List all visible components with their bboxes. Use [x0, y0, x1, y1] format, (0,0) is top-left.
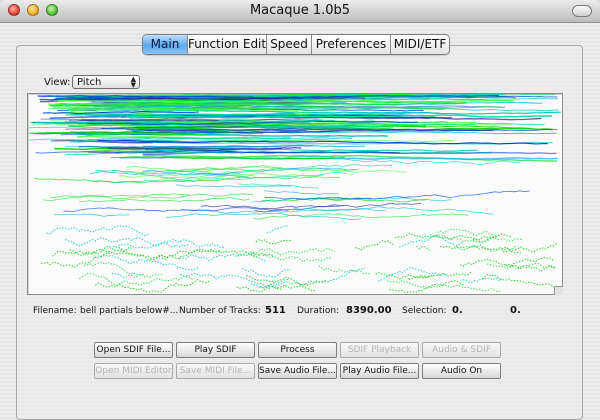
resize-grip-icon[interactable]	[554, 286, 563, 295]
process-button[interactable]: Process	[258, 342, 337, 358]
filename-value: bell partials below#...	[80, 306, 179, 316]
pitch-track	[386, 280, 502, 293]
tracks-label: Number of Tracks:	[179, 306, 261, 316]
pitch-track	[34, 176, 250, 184]
view-select[interactable]: Pitch ▲ ▼	[72, 75, 140, 89]
pitch-track	[112, 238, 225, 249]
pitch-track	[459, 258, 557, 272]
pitch-track	[377, 266, 448, 282]
pitch-track	[266, 225, 288, 234]
view-select-value: Pitch	[77, 77, 102, 88]
selection-label: Selection:	[402, 306, 447, 316]
pitch-track	[63, 207, 289, 212]
pitch-track	[264, 190, 530, 200]
pitch-track	[180, 272, 289, 288]
pitch-track	[41, 250, 111, 269]
duration-label: Duration:	[297, 306, 340, 316]
pitch-plot[interactable]	[27, 93, 563, 295]
pitch-track	[505, 256, 554, 267]
play-sdif-button[interactable]: Play SDIF	[176, 342, 255, 358]
audio-and-sdif-button[interactable]: Audio & SDIF	[422, 342, 501, 358]
pitch-track	[416, 245, 432, 252]
pitch-track	[126, 165, 407, 173]
pitch-track	[250, 247, 335, 256]
pitch-track	[69, 245, 133, 257]
filename-label: Filename:	[33, 306, 77, 316]
pitch-track	[293, 206, 494, 215]
pitch-track	[502, 249, 522, 254]
selection-start: 0.	[452, 305, 463, 316]
selection-end: 0.	[510, 305, 521, 316]
tab-speed[interactable]: Speed	[267, 35, 312, 54]
window-content: Main Function Editor Speed Preferences M…	[0, 23, 600, 420]
pitch-track	[439, 242, 558, 253]
pitch-track	[46, 225, 149, 237]
tab-preferences[interactable]: Preferences	[312, 35, 391, 54]
pitch-track	[408, 271, 472, 280]
pitch-tracks-canvas	[28, 94, 561, 293]
tab-function-editor[interactable]: Function Editor	[188, 35, 278, 54]
open-sdif-file-button[interactable]: Open SDIF File...	[94, 342, 173, 358]
pitch-track	[94, 255, 200, 271]
updown-arrows-icon: ▲ ▼	[130, 75, 136, 89]
tab-bar: Main Function Editor Speed Preferences M…	[142, 34, 450, 55]
tab-midi-etf[interactable]: MIDI/ETF	[391, 35, 449, 54]
app-window: Macaque 1.0b5 Main Function Editor Speed…	[0, 0, 600, 420]
title-bar[interactable]: Macaque 1.0b5	[0, 0, 600, 23]
pitch-track	[54, 213, 130, 217]
pitch-track	[179, 252, 267, 262]
duration-value: 8390.00	[346, 305, 392, 316]
audio-on-button[interactable]: Audio On	[422, 363, 501, 379]
pitch-track	[50, 194, 191, 200]
save-audio-file-button[interactable]: Save Audio File...	[258, 363, 337, 379]
save-midi-file-button[interactable]: Save MIDI File...	[176, 363, 255, 379]
pitch-track	[255, 239, 293, 245]
sdif-playback-button[interactable]: SDIF Playback	[340, 342, 419, 358]
open-midi-editor-button[interactable]: Open MIDI Editor	[94, 363, 173, 379]
pitch-track	[355, 240, 395, 251]
play-audio-file-button[interactable]: Play Audio File...	[340, 363, 419, 379]
pitch-track	[263, 190, 340, 195]
pitch-track	[118, 246, 221, 261]
pitch-track	[481, 273, 558, 288]
view-label: View:	[44, 77, 71, 88]
tracks-value: 511	[265, 305, 286, 316]
tab-main[interactable]: Main	[143, 35, 188, 54]
toolbar-toggle-button[interactable]	[572, 5, 592, 17]
pitch-track	[242, 268, 291, 278]
pitch-track	[437, 228, 495, 237]
window-title: Macaque 1.0b5	[249, 3, 351, 18]
pitch-track	[65, 237, 189, 248]
